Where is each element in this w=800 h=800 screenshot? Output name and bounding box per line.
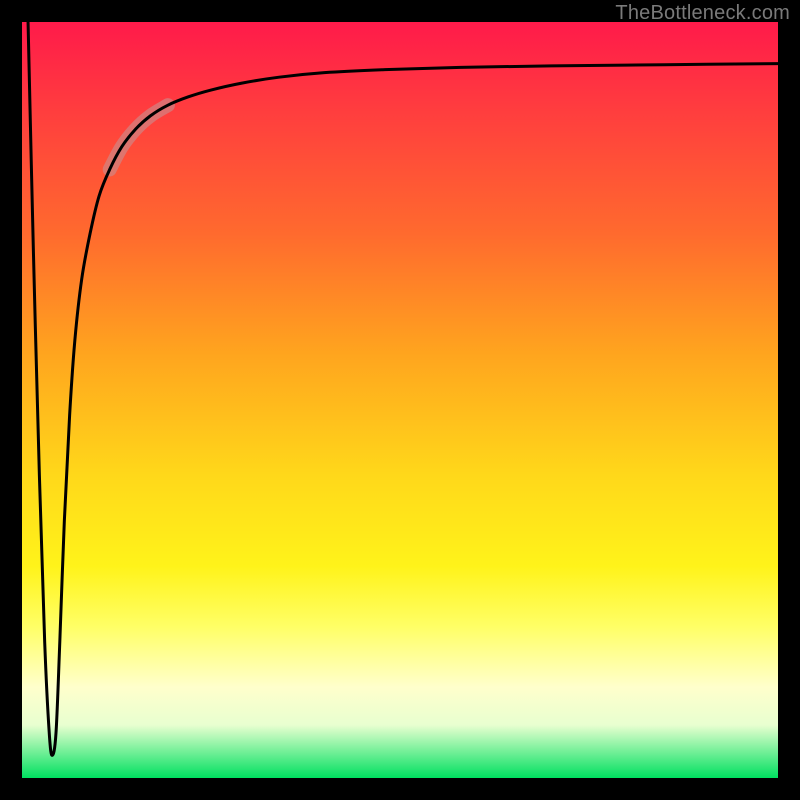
watermark-text: TheBottleneck.com xyxy=(615,2,790,25)
bottleneck-curve-highlight xyxy=(110,105,168,169)
chart-frame: TheBottleneck.com xyxy=(0,0,800,800)
curve-layer xyxy=(22,22,778,778)
